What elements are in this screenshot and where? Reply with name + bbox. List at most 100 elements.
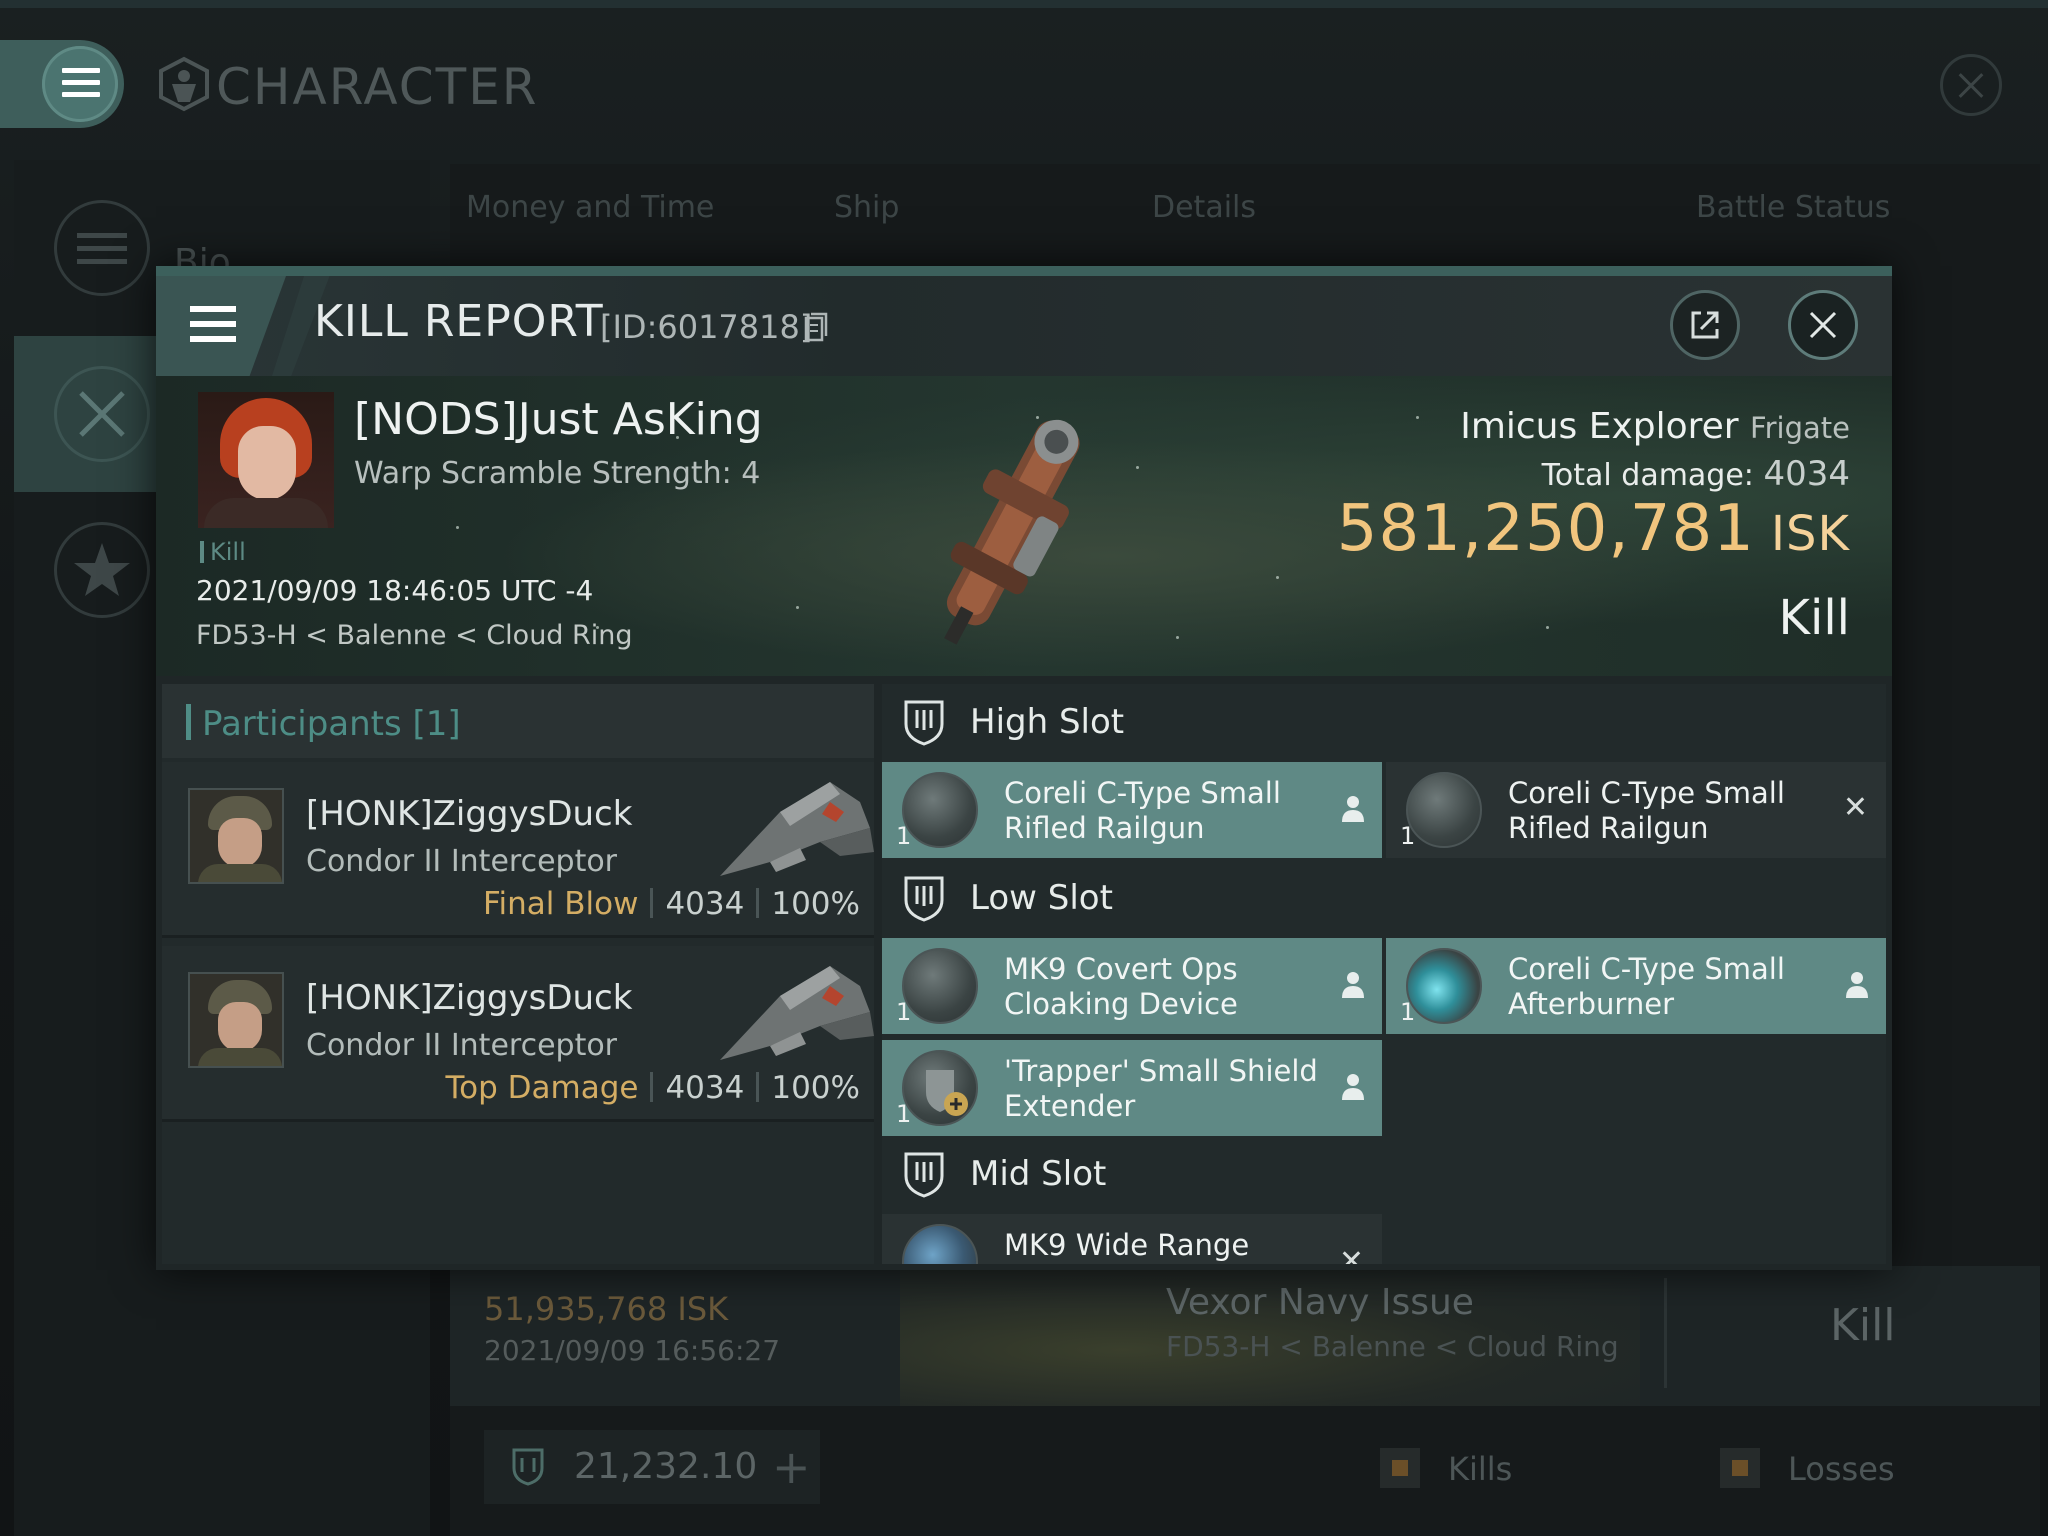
victim-ship-class: Frigate [1750,411,1850,445]
participant-damage: 4034 [665,886,745,922]
dropped-person-icon [1342,796,1364,822]
participant-row[interactable]: [HONK]ZiggysDuck Condor II Interceptor T… [162,946,874,1122]
item-name: 'Trapper' Small Shield Extender [1004,1054,1318,1123]
participant-damage: 4034 [665,1070,745,1106]
destroyed-x-icon: ✕ [1338,1244,1364,1264]
shield-extender-icon [902,1050,978,1126]
item-name: Coreli C-Type Small Rifled Railgun [1004,776,1281,845]
row-divider [1664,1278,1667,1388]
dropped-person-icon [1846,972,1868,998]
high-slot-label: High Slot [970,702,1125,742]
victim-name[interactable]: [NODS]Just AsKing [354,394,763,445]
participant-ship: Condor II Interceptor [306,1028,618,1063]
item-name: MK9 Covert Ops Cloaking Device [1004,952,1238,1021]
participant-ship: Condor II Interceptor [306,844,618,879]
kill-result: Kill [1778,590,1850,646]
copy-icon[interactable] [804,312,828,342]
participants-title: Participants [1] [202,704,461,744]
item-quantity: 1 [1400,822,1416,850]
destroyed-x-icon: ✕ [1842,790,1868,825]
participant-stats: Top Damage 4034 100% [445,1070,860,1106]
cloaking-device-icon [902,948,978,1024]
add-icon[interactable]: + [772,1440,811,1494]
tab-ship[interactable]: Ship [834,190,899,225]
shield-slot-icon [512,1448,544,1486]
victim-subtitle: Warp Scramble Strength: 4 [354,456,761,491]
fitting-item-dropped[interactable]: 1 Coreli C-Type Small Rifled Railgun [882,762,1382,858]
mid-slot-header: Mid Slot [882,1136,1886,1210]
star-badge-icon [54,522,150,618]
item-name: MK9 Wide Range [1004,1228,1250,1262]
total-damage: Total damage: 4034 [1541,454,1850,494]
participants-header: Participants [1] [162,684,874,758]
tab-details[interactable]: Details [1152,190,1256,225]
row-date: 2021/09/09 16:56:27 [484,1334,781,1367]
legend-kills-label: Kills [1448,1450,1513,1488]
hamburger-icon [190,306,236,351]
victim-banner: [NODS]Just AsKing Warp Scramble Strength… [156,376,1892,676]
row-isk-value: 51,935,768 ISK [484,1290,729,1328]
main-menu-button[interactable] [0,40,124,128]
modal-close-button[interactable] [1788,290,1858,360]
high-slot-header: High Slot [882,684,1886,758]
fitting-panel: High Slot 1 Coreli C-Type Small Rifled R… [882,684,1886,1264]
dropped-person-icon [1342,972,1364,998]
character-icon [159,56,209,112]
item-quantity: 1 [896,822,912,850]
kill-id: [ID:6017818] [600,308,813,346]
participant-name[interactable]: [HONK]ZiggysDuck [306,978,632,1018]
tab-battle-status[interactable]: Battle Status [1696,190,1890,225]
victim-ship-image[interactable] [910,392,1110,662]
legend-losses-label: Losses [1788,1450,1895,1488]
participant-portrait[interactable] [188,972,284,1068]
external-link-icon [1691,311,1719,339]
window-close-button[interactable] [1940,54,2002,116]
isk-value: 581,250,781 ISK [1336,492,1850,566]
participant-stats: Final Blow 4034 100% [483,886,860,922]
row-result: Kill [1830,1300,1896,1351]
modal-title: KILL REPORT [314,296,604,347]
railgun-icon [1406,772,1482,848]
railgun-icon [902,772,978,848]
low-slot-icon [904,876,944,922]
row-location: FD53-H < Balenne < Cloud Ring [1166,1330,1619,1363]
victim-portrait[interactable] [198,392,334,528]
fitting-item-dropped[interactable]: 1 'Trapper' Small Shield Extender [882,1040,1382,1136]
item-quantity: 1 [1400,998,1416,1026]
kill-date: 2021/09/09 18:46:05 UTC -4 [196,574,594,607]
isk-unit: ISK [1770,506,1850,562]
window-title: CHARACTER [216,58,539,116]
fitting-item-dropped[interactable]: 1 Coreli C-Type Small Afterburner [1386,938,1886,1034]
item-name: Coreli C-Type Small Rifled Railgun [1508,776,1785,845]
participant-row[interactable]: [HONK]ZiggysDuck Condor II Interceptor F… [162,762,874,938]
participant-percent: 100% [771,1070,860,1106]
fitting-item-destroyed[interactable]: 1 Coreli C-Type Small Rifled Railgun ✕ [1386,762,1886,858]
fitting-item-destroyed[interactable]: 1 MK9 Wide Range ✕ [882,1214,1382,1264]
modal-accent-line [156,266,1892,276]
afterburner-icon [1406,948,1482,1024]
victim-ship-name[interactable]: Imicus Explorer Frigate [1460,406,1850,447]
participant-portrait[interactable] [188,788,284,884]
high-slot-icon [904,700,944,746]
kill-location[interactable]: FD53-H < Balenne < Cloud Ring [196,620,633,651]
sensor-booster-icon [902,1224,978,1264]
low-slot-header: Low Slot [882,860,1886,934]
kill-tag: Kill [200,538,246,566]
participant-ship-image [720,966,874,1060]
participant-role: Final Blow [482,886,639,922]
total-damage-value: 4034 [1763,454,1850,494]
participant-percent: 100% [771,886,860,922]
participant-ship-image [720,782,874,876]
mid-slot-icon [904,1152,944,1198]
item-quantity: 1 [896,998,912,1026]
export-button[interactable] [1670,290,1740,360]
kill-report-modal: KILL REPORT [ID:6017818] [NODS]Just AsKi… [156,266,1892,1270]
low-slot-label: Low Slot [970,878,1113,918]
participant-name[interactable]: [HONK]ZiggysDuck [306,794,632,834]
legend-losses-swatch [1720,1448,1760,1488]
tab-money-and-time[interactable]: Money and Time [466,190,714,225]
fitting-item-dropped[interactable]: 1 MK9 Covert Ops Cloaking Device [882,938,1382,1034]
participant-role: Top Damage [445,1070,639,1106]
bottom-stat-value: 21,232.10 [574,1446,758,1487]
item-quantity: 1 [896,1100,912,1128]
